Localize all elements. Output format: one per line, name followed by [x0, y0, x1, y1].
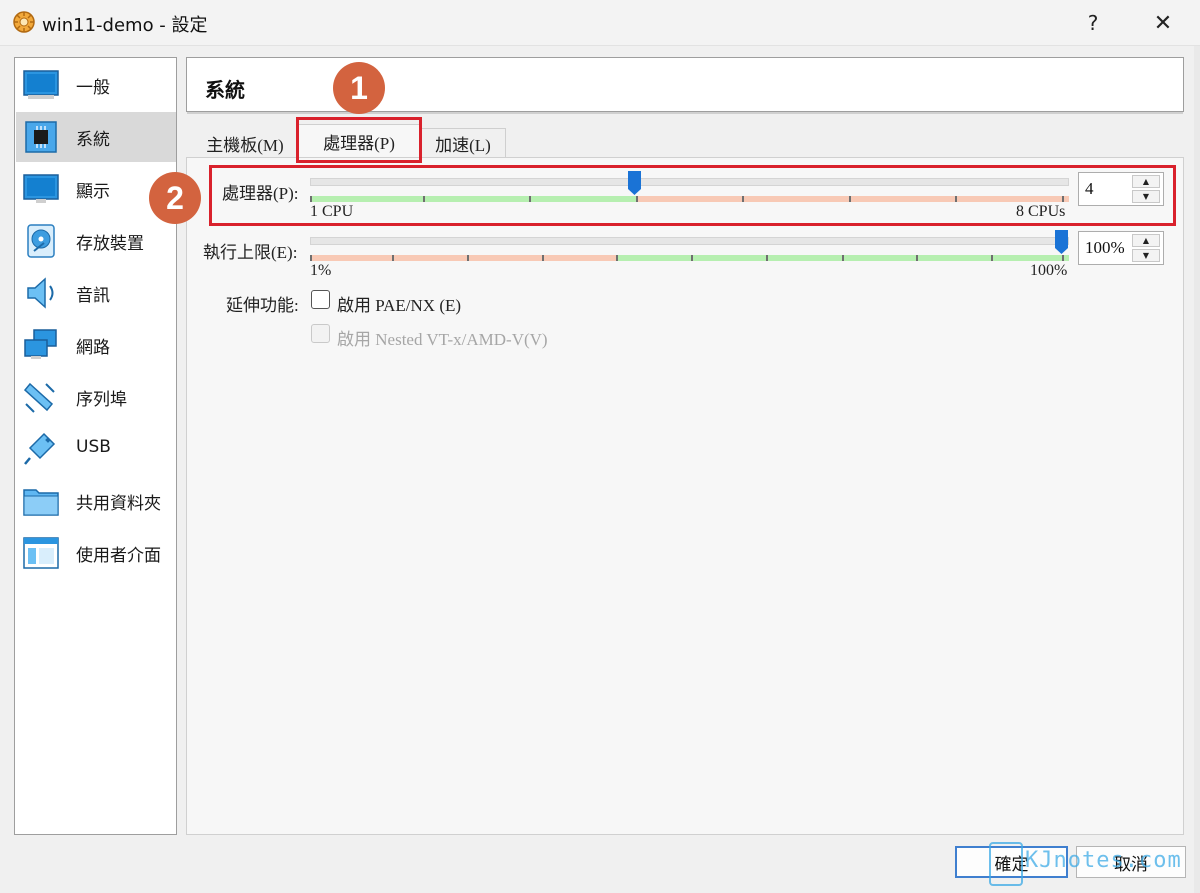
cap-min-label: 1%	[310, 262, 332, 279]
help-button[interactable]: ?	[1070, 0, 1116, 46]
window-icon	[23, 537, 59, 569]
sidebar-item-label: 一般	[76, 78, 110, 98]
sidebar-item-label: 使用者介面	[76, 546, 161, 566]
extended-features-label: 延伸功能:	[226, 296, 299, 315]
cap-slider-track[interactable]	[310, 237, 1069, 245]
sidebar-item-network[interactable]: 網路	[16, 320, 176, 370]
usb-icon	[24, 432, 56, 465]
monitor-icon	[23, 70, 59, 99]
serial-icon	[23, 382, 55, 413]
cap-slider-scale	[310, 255, 1069, 261]
close-button[interactable]: ✕	[1140, 0, 1186, 46]
sidebar-item-usb[interactable]: USB	[16, 424, 176, 474]
nested-vtx-label: 啟用 Nested VT-x/AMD-V(V)	[337, 330, 548, 349]
sidebar-item-label: 存放裝置	[76, 234, 144, 254]
sidebar-item-label: USB	[76, 437, 111, 457]
highlight-box-tab	[296, 117, 422, 163]
window-title: win11-demo - 設定	[42, 15, 208, 36]
cancel-button[interactable]: 取消	[1076, 846, 1186, 878]
settings-category-list: 一般 系統 顯示 存放裝置 音訊 網路 序列埠 USB 共用資料夾 使用者介面	[14, 57, 177, 835]
sidebar-item-label: 音訊	[76, 286, 110, 306]
sidebar-item-label: 序列埠	[76, 390, 127, 410]
tab-acceleration[interactable]: 加速(L)	[420, 128, 506, 158]
spin-down-arrow-icon[interactable]: ▼	[1132, 249, 1160, 262]
sidebar-item-label: 顯示	[76, 182, 110, 202]
page-title: 系統	[205, 78, 245, 102]
sidebar-item-label: 系統	[76, 130, 110, 150]
highlight-box-cpu	[209, 165, 1176, 226]
display-icon	[23, 174, 59, 203]
nested-vtx-checkbox[interactable]	[311, 324, 330, 343]
annotation-badge-1: 1	[333, 62, 385, 114]
sidebar-item-serial-ports[interactable]: 序列埠	[16, 372, 176, 422]
pae-nx-checkbox[interactable]	[311, 290, 330, 309]
window-edge	[1194, 46, 1200, 893]
network-icon	[24, 329, 57, 359]
spin-buttons: ▲ ▼	[1132, 234, 1160, 262]
sidebar-item-user-interface[interactable]: 使用者介面	[16, 528, 176, 578]
speaker-icon	[27, 277, 54, 309]
sidebar-item-audio[interactable]: 音訊	[16, 268, 176, 318]
execution-cap-spinbox[interactable]: 100% ▲ ▼	[1078, 231, 1164, 265]
execution-cap-value[interactable]: 100%	[1085, 238, 1125, 258]
sidebar-item-label: 共用資料夾	[76, 494, 161, 514]
folder-icon	[23, 489, 59, 516]
sidebar-item-shared-folders[interactable]: 共用資料夾	[16, 476, 176, 526]
annotation-badge-2: 2	[149, 172, 201, 224]
title-bar: win11-demo - 設定 ? ✕	[0, 0, 1200, 46]
pae-nx-label[interactable]: 啟用 PAE/NX (E)	[337, 291, 461, 316]
ok-button[interactable]: 確定	[955, 846, 1068, 878]
sidebar-item-label: 網路	[76, 338, 110, 358]
chip-icon	[25, 121, 57, 153]
sidebar-item-storage[interactable]: 存放裝置	[16, 216, 176, 266]
cap-slider-handle[interactable]	[1055, 230, 1068, 254]
disk-icon	[27, 224, 55, 258]
execution-cap-label: 執行上限(E):	[203, 243, 298, 262]
sidebar-item-general[interactable]: 一般	[16, 60, 176, 110]
virtualbox-app-icon	[13, 11, 35, 33]
cap-max-label: 100%	[1030, 262, 1068, 279]
tab-motherboard[interactable]: 主機板(M)	[192, 128, 298, 158]
sidebar-item-system[interactable]: 系統	[16, 112, 176, 162]
spin-up-arrow-icon[interactable]: ▲	[1132, 234, 1160, 247]
